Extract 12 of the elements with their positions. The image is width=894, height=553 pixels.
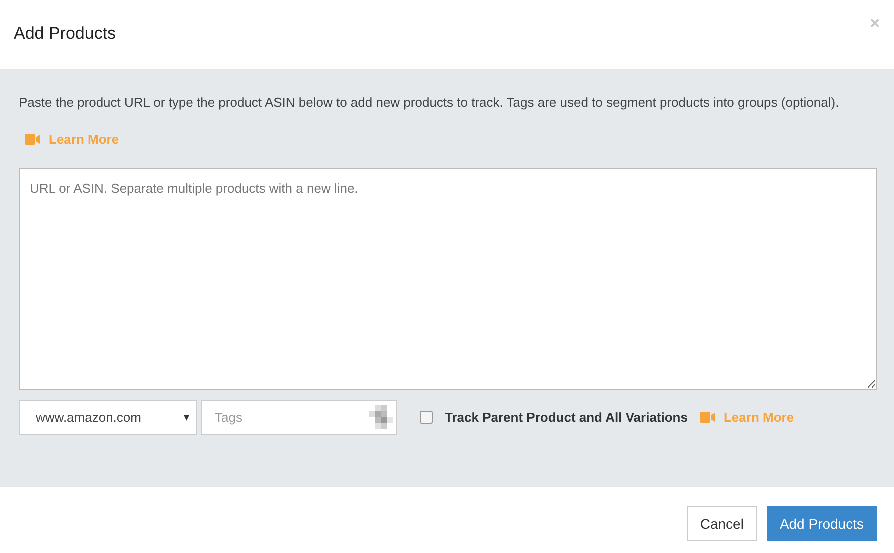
checkbox[interactable] <box>420 410 433 424</box>
tags-input-field[interactable]: Tags <box>201 400 397 434</box>
checkbox-label: Track Parent Product and All Variations <box>445 410 688 424</box>
add-products-button[interactable]: Add Products <box>766 506 877 541</box>
video-camera-icon <box>700 412 715 422</box>
instructions-text: Paste the product URL or type the product ASIN below to add new products to track. Tags are used to segment products into groups (optional). <box>19 94 840 112</box>
pixelated-icon <box>369 404 393 428</box>
cancel-button[interactable]: Cancel <box>687 506 757 541</box>
products-input-field[interactable]: URL or ASIN. Separate multiple products with a new line. <box>19 168 877 390</box>
marketplace-dropdown[interactable]: www.amazon.com ▾ <box>19 400 197 434</box>
dialog-title: Add Products <box>14 24 116 44</box>
video-camera-icon <box>25 134 40 144</box>
